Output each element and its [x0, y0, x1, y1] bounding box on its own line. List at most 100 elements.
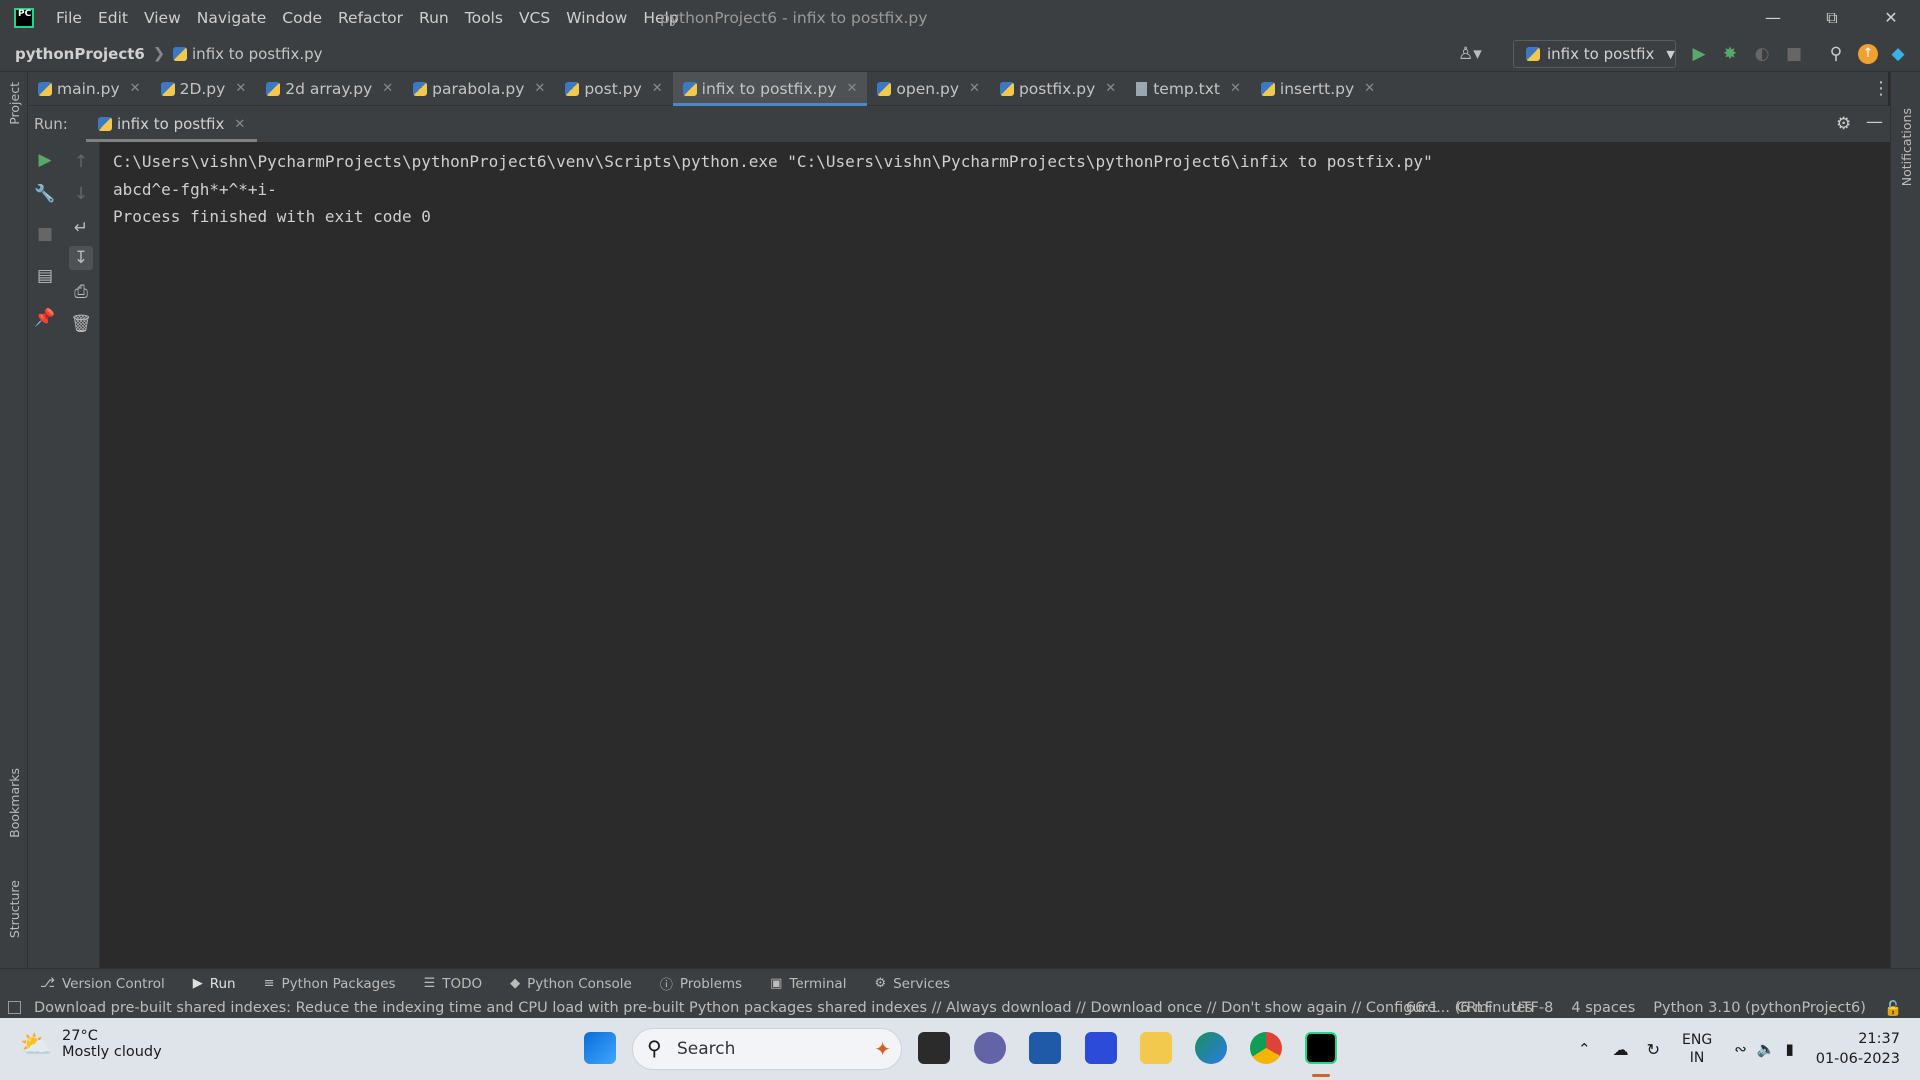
close-icon[interactable]: ✕: [382, 81, 393, 96]
editor-tab[interactable]: parabola.py ✕: [403, 72, 555, 106]
restore-icon[interactable]: ⧉: [1803, 0, 1861, 36]
start-icon[interactable]: [584, 1032, 616, 1064]
print-icon[interactable]: ⎙: [69, 280, 93, 304]
battery-icon[interactable]: ▮: [1785, 1040, 1793, 1058]
onedrive-icon[interactable]: ☁: [1613, 1040, 1629, 1059]
chevron-up-icon[interactable]: ⌃: [1578, 1040, 1591, 1058]
editor-tab[interactable]: insertt.py ✕: [1251, 72, 1385, 106]
chat-icon[interactable]: [974, 1032, 1006, 1064]
coverage-icon[interactable]: ◐: [1752, 44, 1772, 64]
update-icon[interactable]: ↑: [1858, 44, 1878, 64]
editor-tab[interactable]: post.py ✕: [555, 72, 672, 106]
account-icon[interactable]: ♙▾: [1458, 44, 1482, 64]
wrench-icon[interactable]: 🔧: [33, 182, 57, 206]
stop-icon[interactable]: ■: [1784, 44, 1804, 64]
trash-icon[interactable]: 🗑: [69, 312, 93, 336]
close-icon[interactable]: ✕: [1364, 81, 1375, 96]
debug-icon[interactable]: ✸: [1720, 44, 1740, 64]
stop-icon[interactable]: ■: [33, 222, 57, 246]
close-icon[interactable]: ✕: [130, 81, 141, 96]
notifications-tool-button[interactable]: Notifications: [1899, 108, 1914, 186]
soft-wrap-icon[interactable]: ↵: [69, 216, 93, 240]
close-icon[interactable]: ✕: [234, 117, 245, 132]
line-separator[interactable]: CRLF: [1456, 1000, 1493, 1016]
close-icon[interactable]: ✕: [969, 81, 980, 96]
volume-icon[interactable]: 🔈: [1757, 1040, 1776, 1058]
minimize-icon[interactable]: —: [1744, 0, 1802, 36]
menu-vcs[interactable]: VCS: [511, 0, 558, 36]
indent-setting[interactable]: 4 spaces: [1571, 1000, 1635, 1016]
tool-window-services[interactable]: ⚙ Services: [874, 969, 950, 999]
close-icon[interactable]: ✕: [847, 81, 858, 96]
editor-tab[interactable]: main.py ✕: [28, 72, 151, 106]
project-tool-button[interactable]: Project: [7, 82, 22, 125]
tool-window-problems[interactable]: ⓘ Problems: [660, 969, 742, 999]
tool-window-todo[interactable]: ☰ TODO: [424, 969, 483, 999]
close-icon[interactable]: ✕: [534, 81, 545, 96]
file-explorer-icon[interactable]: [1140, 1032, 1172, 1064]
close-icon[interactable]: ✕: [1230, 81, 1241, 96]
tool-window-version-control[interactable]: ⎇ Version Control: [40, 969, 165, 999]
rerun-icon[interactable]: ▶: [33, 148, 57, 172]
store-icon[interactable]: [1029, 1032, 1061, 1064]
menu-tools[interactable]: Tools: [457, 0, 511, 36]
bookmarks-tool-button[interactable]: Bookmarks: [7, 768, 22, 838]
tool-window-run[interactable]: ▶ Run: [182, 968, 246, 999]
editor-tab[interactable]: postfix.py ✕: [990, 72, 1126, 106]
clock[interactable]: 21:37 01-06-2023: [1816, 1029, 1900, 1069]
pycharm-taskbar-icon[interactable]: [1305, 1032, 1337, 1064]
toggle-tool-windows-icon[interactable]: [8, 1001, 21, 1014]
caret-position[interactable]: 66:1: [1406, 1000, 1439, 1016]
editor-tab[interactable]: temp.txt ✕: [1126, 72, 1251, 106]
scroll-to-end-icon[interactable]: ↧: [69, 246, 93, 270]
app-icon[interactable]: [1085, 1032, 1117, 1064]
layout-icon[interactable]: ▤: [33, 264, 57, 288]
toolbox-icon[interactable]: ◆: [1888, 44, 1908, 64]
menu-edit[interactable]: Edit: [90, 0, 136, 36]
close-icon[interactable]: ✕: [235, 81, 246, 96]
editor-tab[interactable]: infix to postfix.py ✕: [672, 71, 868, 106]
run-icon[interactable]: ▶: [1689, 44, 1709, 64]
pin-icon[interactable]: 📌: [33, 306, 57, 330]
lock-icon[interactable]: 🔓: [1884, 1000, 1902, 1017]
file-encoding[interactable]: UTF-8: [1511, 1000, 1553, 1016]
pycharm-logo-icon[interactable]: PC: [14, 8, 34, 28]
close-icon[interactable]: ✕: [652, 81, 663, 96]
menu-code[interactable]: Code: [274, 0, 330, 36]
editor-tab[interactable]: 2D.py ✕: [151, 72, 257, 106]
tool-window-terminal[interactable]: ▣ Terminal: [770, 969, 846, 999]
taskbar-search[interactable]: ⚲ Search ✦: [632, 1028, 902, 1070]
sync-icon[interactable]: ↻: [1647, 1040, 1660, 1059]
weather-widget[interactable]: ⛅ 27°C Mostly cloudy: [20, 1028, 162, 1060]
run-tab[interactable]: infix to postfix ✕: [86, 106, 258, 142]
hide-panel-icon[interactable]: —: [1866, 112, 1883, 132]
menu-view[interactable]: View: [136, 0, 189, 36]
arrow-up-icon[interactable]: ↑: [69, 150, 93, 174]
menu-run[interactable]: Run: [411, 0, 457, 36]
console-output[interactable]: C:\Users\vishn\PycharmProjects\pythonPro…: [100, 142, 1890, 968]
breadcrumb-project[interactable]: pythonProject6: [15, 45, 145, 63]
arrow-down-icon[interactable]: ↓: [69, 182, 93, 206]
editor-tab[interactable]: 2d array.py ✕: [256, 72, 403, 106]
wifi-icon[interactable]: ∾: [1734, 1040, 1747, 1058]
tool-window-python-console[interactable]: ◆ Python Console: [510, 969, 632, 999]
status-message[interactable]: Download pre-built shared indexes: Reduc…: [34, 998, 1533, 1018]
tool-window-python-packages[interactable]: ≡ Python Packages: [264, 969, 396, 999]
run-configuration-select[interactable]: infix to postfix ▼: [1513, 40, 1676, 68]
close-icon[interactable]: ✕: [1862, 0, 1920, 36]
structure-tool-button[interactable]: Structure: [7, 880, 22, 938]
menu-refactor[interactable]: Refactor: [330, 0, 411, 36]
search-icon[interactable]: ⚲: [1826, 44, 1846, 64]
python-interpreter[interactable]: Python 3.10 (pythonProject6): [1653, 1000, 1866, 1016]
chrome-icon[interactable]: [1250, 1032, 1282, 1064]
gear-icon[interactable]: ⚙: [1836, 114, 1851, 134]
language-indicator[interactable]: ENG IN: [1682, 1031, 1712, 1067]
breadcrumb-file[interactable]: infix to postfix.py: [192, 45, 322, 63]
more-tabs-icon[interactable]: ⋮: [1872, 78, 1890, 99]
editor-tab[interactable]: open.py ✕: [867, 72, 990, 106]
menu-window[interactable]: Window: [558, 0, 635, 36]
edge-icon[interactable]: [1195, 1032, 1227, 1064]
task-view-icon[interactable]: [918, 1032, 950, 1064]
menu-navigate[interactable]: Navigate: [189, 0, 275, 36]
close-icon[interactable]: ✕: [1105, 81, 1116, 96]
